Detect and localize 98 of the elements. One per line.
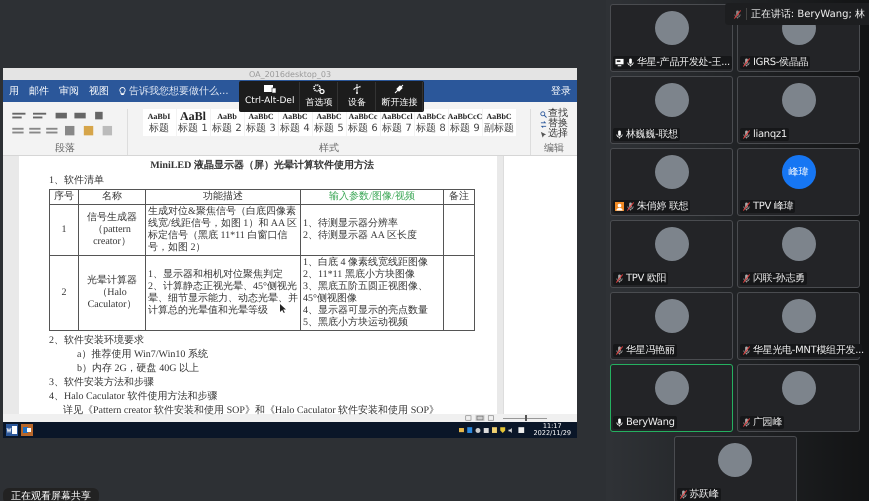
word-app-icon[interactable] — [6, 424, 18, 436]
participant-tile[interactable]: 苏跃峰 — [674, 436, 796, 501]
avatar-photo-placeholder — [654, 227, 688, 261]
participant-name: 闪联-孙志勇 — [753, 273, 805, 284]
participant-name: TPV 峰瑋 — [753, 201, 794, 212]
table-cell: 1、待测显示器分辨率 2、待测显示器 AA 区长度 — [300, 204, 444, 256]
participant-name: 林巍巍-联想 — [626, 129, 678, 140]
edit-command[interactable]: 查找 — [540, 109, 568, 119]
list-item: 4、Halo Caculator 软件使用方法和步骤 — [49, 391, 218, 403]
remote-toolbar-button[interactable]: 设备 — [338, 82, 376, 111]
participant-tile[interactable]: BeryWang — [610, 364, 733, 432]
participant-tile[interactable]: 峰瑋 TPV 峰瑋 — [737, 148, 860, 216]
table-cell: 光晕计算器 （Halo Caculator） — [78, 256, 146, 330]
participant-tile[interactable]: 华星冯艳丽 — [610, 292, 733, 360]
viewer-notice: 正在观看屏幕共享 — [3, 488, 99, 501]
column-header: 名称 — [78, 190, 146, 204]
table-cell: 1 — [50, 204, 78, 256]
mouse-pointer-icon — [280, 304, 286, 313]
list-item: 详见《Pattern creator 软件安装和使用 SOP》和《Halo Caculator 软件安装和使用 SOP》 — [62, 405, 440, 417]
avatar-photo-placeholder — [782, 227, 816, 261]
edit-command[interactable]: 替换 — [540, 119, 568, 129]
avatar-photo-placeholder — [718, 443, 752, 477]
group-label: 段落 — [55, 143, 75, 154]
avatar: 峰瑋 — [782, 155, 816, 189]
muted-microphone-icon — [732, 10, 742, 18]
person-icon — [615, 202, 624, 211]
style-option[interactable]: AaBbCc 标题 8 — [414, 109, 448, 136]
system-tray-icons-drawing — [458, 426, 525, 434]
table-cell: 1、白底 4 像素线宽线距图像 2、11*11 黑底小方块图像 3、黑底五阶五圆正视图像、45°侧视图像 4、显示器可显示的亮点数量 5、黑底小方块运动视频 — [300, 256, 444, 330]
remote-toolbar-button[interactable]: 断开连接 — [376, 82, 424, 111]
table-cell — [444, 204, 474, 256]
view-buttons-icon — [465, 415, 495, 421]
participant-tile[interactable]: 广园峰 — [737, 364, 860, 432]
table-cell: 信号生成器 （pattern creator） — [78, 204, 146, 256]
list-item: 2、软件安装环境要求 — [49, 335, 145, 347]
column-header: 备注 — [444, 190, 474, 204]
gears-icon — [312, 84, 325, 94]
style-option[interactable]: AaBb 标题 2 — [210, 109, 244, 136]
ribbon-tab[interactable]: 视图 — [89, 84, 109, 98]
lightbulb-icon — [119, 86, 126, 96]
mail-app-icon[interactable] — [21, 424, 33, 436]
participant-name: lianqz1 — [753, 129, 787, 140]
participant-tile[interactable]: TPV 欧阳 — [610, 220, 733, 288]
participant-name: 朱俏婷 联想 — [637, 201, 688, 212]
participant-tile[interactable]: 林巍巍-联想 — [610, 76, 733, 144]
document-title: MiniLED 液晶显示器（屏）光晕计算软件使用方法 — [149, 160, 375, 172]
style-option[interactable]: AaBbI 标题 — [142, 109, 176, 136]
participant-name: BeryWang — [626, 417, 675, 428]
ribbon-tab[interactable]: 用 — [9, 84, 19, 98]
ribbon-tab[interactable]: 审阅 — [59, 84, 79, 98]
participant-name: TPV 欧阳 — [626, 273, 666, 284]
group-label: 样式 — [319, 143, 339, 154]
plug-icon — [393, 84, 406, 94]
avatar-photo-placeholder — [782, 371, 816, 405]
avatar-photo-placeholder — [782, 83, 816, 117]
tell-me-field[interactable]: 告诉我您想要做什么... — [119, 84, 229, 98]
column-header: 输入参数/图像/视频 — [300, 190, 444, 204]
usb-icon — [350, 84, 363, 94]
table-cell: 1、显示器和相机对位聚焦判定 2、计算静态正视光晕、45°侧视光晕、细节显示能力、动态光晕、并计算总的光晕值和光晕等级 — [146, 256, 300, 330]
avatar-photo-placeholder — [654, 11, 688, 45]
style-option[interactable]: AaBbCcC 标题 9 — [448, 109, 482, 136]
avatar-photo-placeholder — [654, 371, 688, 405]
participant-tile[interactable]: 闪联-孙志勇 — [737, 220, 860, 288]
replace-icon — [540, 120, 547, 128]
speaking-indicator-toast: 正在讲话: BeryWang; 林 — [724, 3, 869, 25]
list-item: a）推荐使用 Win7/Win10 系统 — [76, 349, 209, 361]
participant-name: 苏跃峰 — [690, 489, 719, 500]
participant-tile[interactable]: 朱俏婷 联想 — [610, 148, 733, 216]
edit-command[interactable]: 选择 — [540, 129, 568, 139]
ribbon-tab[interactable]: 邮件 — [29, 84, 49, 98]
participant-tile[interactable]: 华星-产品开发处-王... — [610, 4, 733, 72]
section-heading: 1、软件清单 — [49, 175, 105, 187]
participant-tile[interactable]: lianqz1 — [737, 76, 860, 144]
list-item: b）内存 2G，硬盘 40G 以上 — [76, 363, 200, 375]
column-header: 功能描述 — [146, 190, 300, 204]
screen-share-icon — [615, 58, 624, 67]
avatar-photo-placeholder — [654, 83, 688, 117]
remote-toolbar-button[interactable]: 首选项 — [300, 82, 338, 111]
group-label: 编辑 — [544, 143, 564, 154]
remote-toolbar-button[interactable]: Ctrl-Alt-Del — [240, 82, 300, 111]
participant-name: 华星冯艳丽 — [626, 345, 675, 356]
table-cell: 生成对位&聚焦信号（白底四像素线宽/线距信号，如图 1）和 AA 区标定信号（黑底 11*11 白窗口信号，如图 2） — [146, 204, 300, 256]
avatar-photo-placeholder — [782, 299, 816, 333]
avatar-photo-placeholder — [654, 299, 688, 333]
participant-name: 广园峰 — [753, 417, 782, 428]
keyboard-icon — [264, 84, 276, 94]
style-option[interactable]: AaBl 标题 1 — [176, 109, 210, 136]
column-header: 序号 — [50, 190, 78, 204]
sign-in-link[interactable]: 登录 — [551, 84, 571, 98]
window-title: OA_2016desktop_03 — [248, 70, 332, 78]
search-icon — [540, 110, 547, 118]
participant-name: 华星-产品开发处-王... — [637, 57, 730, 68]
avatar-photo-placeholder — [654, 155, 688, 189]
list-item: 3、软件安装方法和步骤 — [49, 377, 155, 389]
table-cell: 2 — [50, 256, 78, 330]
participant-name: IGRS-侯晶晶 — [753, 57, 808, 68]
pointer-icon — [540, 130, 547, 138]
style-option[interactable]: AaBbC 副标题 — [482, 109, 516, 136]
